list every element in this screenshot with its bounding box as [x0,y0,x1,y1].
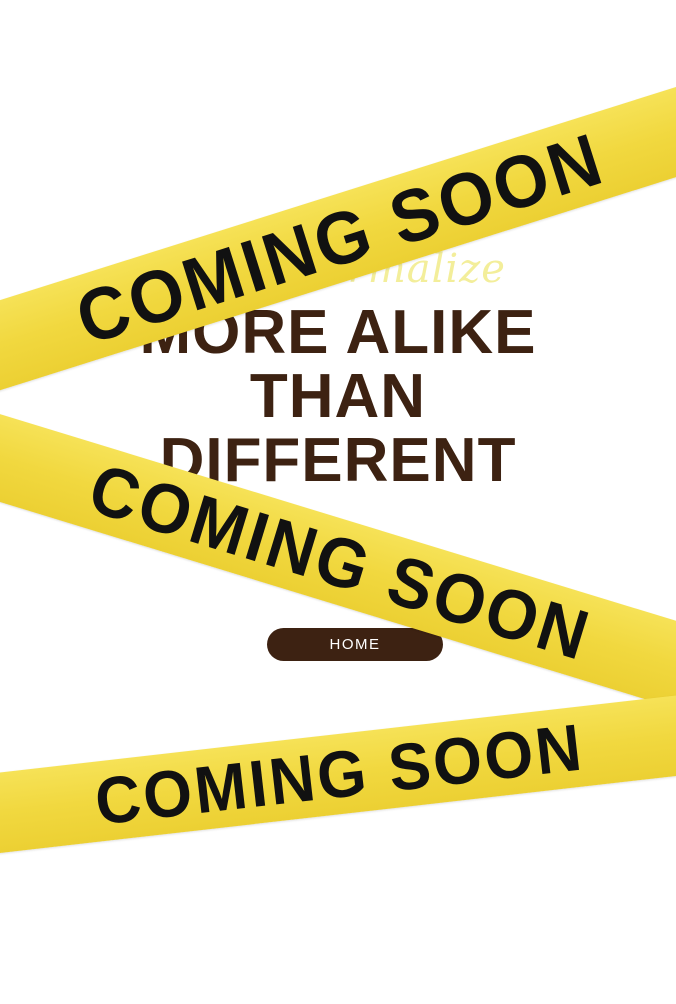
home-button[interactable]: HOME [267,628,443,661]
headline-line-2: THAN [249,362,427,431]
coming-soon-tape-bottom: COMING SOON [0,693,676,855]
coming-soon-page: Let's Normalize MORE ALIKE THAN DIFFEREN… [0,0,676,1004]
coming-soon-label: COMING SOON [91,709,589,839]
